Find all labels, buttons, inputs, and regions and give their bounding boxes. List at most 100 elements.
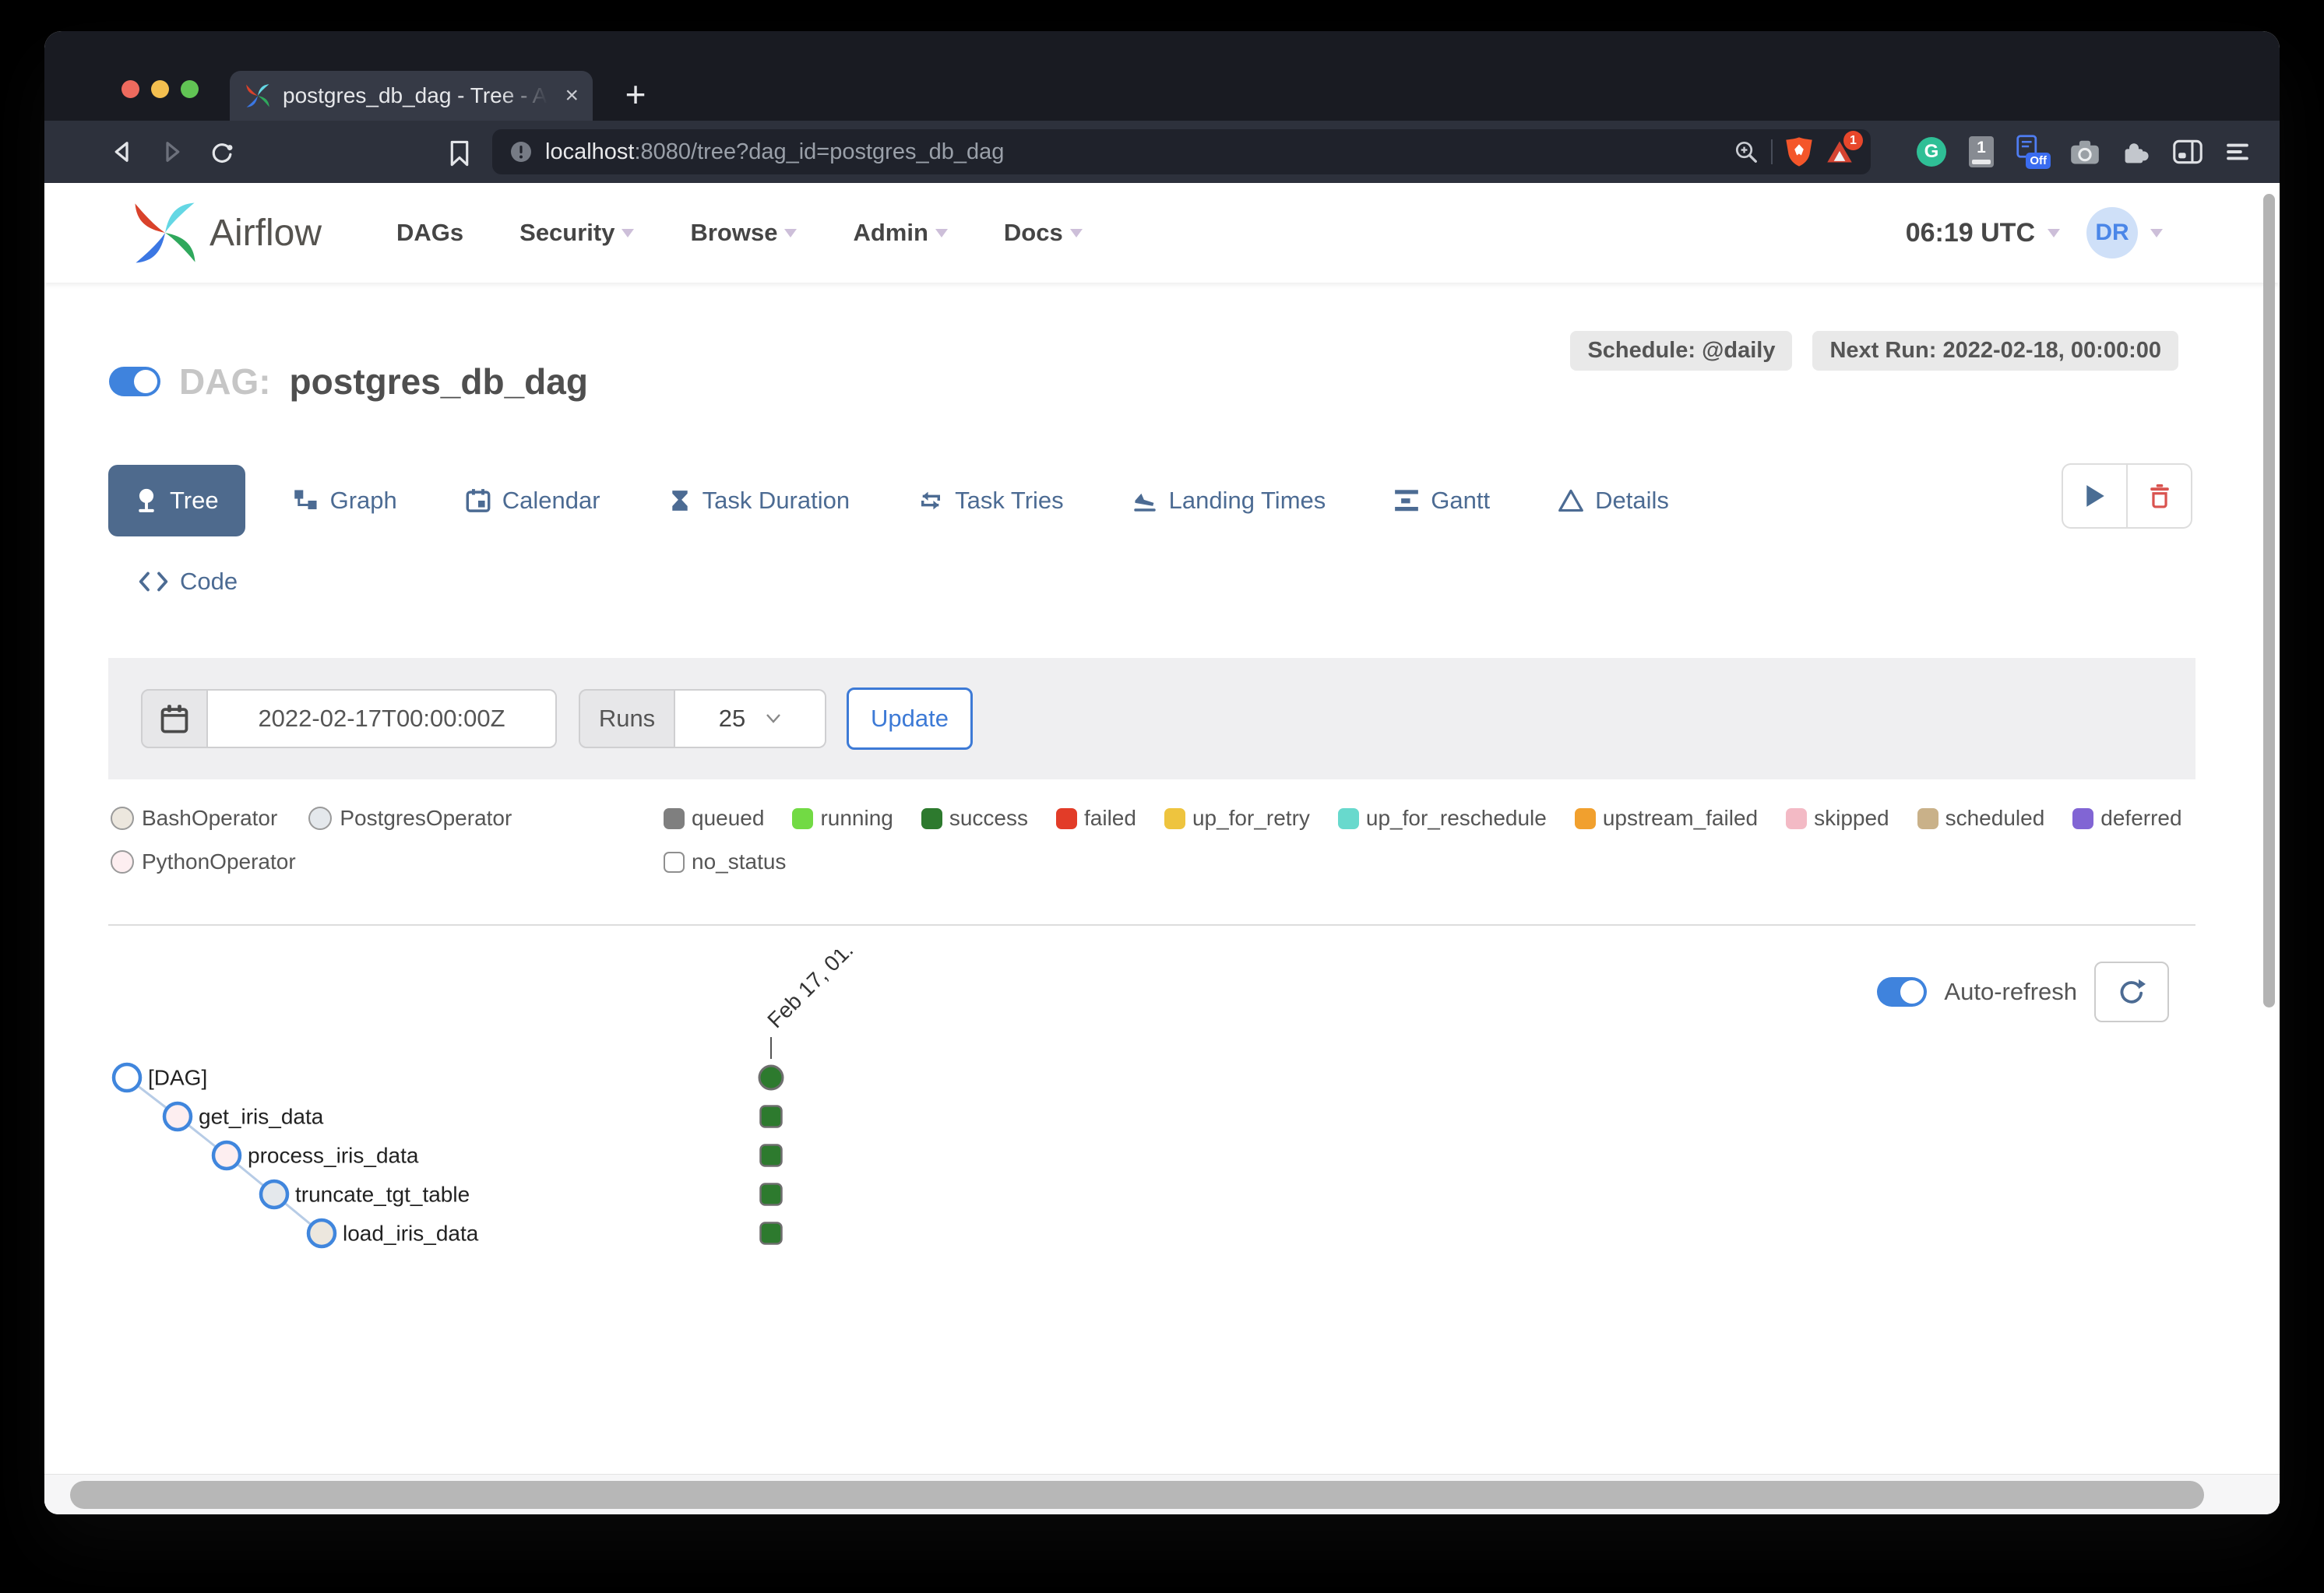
tab-close-icon[interactable]: ×: [565, 84, 579, 107]
chevron-down-icon: [621, 229, 634, 244]
menu-item-docs[interactable]: Docs: [1004, 219, 1083, 247]
tab-title: postgres_db_dag - Tree - Airflo: [283, 83, 548, 108]
chevron-down-icon: [1070, 229, 1083, 244]
legend-up-for-reschedule: up_for_reschedule: [1338, 806, 1547, 831]
tab-graph[interactable]: Graph: [294, 487, 397, 515]
task-instance-square[interactable]: [761, 1145, 782, 1166]
tree-node-get-iris-data[interactable]: [164, 1103, 191, 1130]
operator-swatch: [308, 807, 332, 830]
run-column-header[interactable]: Feb 17, 01:00: [762, 950, 875, 1032]
repeat-icon: [918, 488, 943, 513]
refresh-button[interactable]: [2094, 962, 2169, 1022]
zoom-page-icon[interactable]: [1734, 139, 1759, 164]
trash-icon: [2148, 483, 2171, 509]
delete-dag-button[interactable]: [2127, 463, 2192, 529]
translate-off-extension-icon[interactable]: Off: [2016, 135, 2048, 169]
url-bar[interactable]: localhost:8080/tree?dag_id=postgres_db_d…: [492, 129, 1871, 174]
new-tab-button[interactable]: +: [618, 78, 653, 114]
task-instance-square[interactable]: [761, 1184, 782, 1205]
reload-icon[interactable]: [210, 140, 234, 165]
update-button[interactable]: Update: [847, 687, 973, 750]
runs-select[interactable]: 25: [675, 689, 826, 748]
bookmark-icon[interactable]: [448, 140, 471, 167]
legend-bashoperator: BashOperator: [111, 806, 277, 831]
traffic-lights: [121, 80, 199, 98]
tree-node-label: get_iris_data: [199, 1105, 324, 1129]
calendar-addon[interactable]: [141, 689, 208, 748]
vertical-scrollbar[interactable]: [2263, 194, 2275, 1007]
horizontal-scrollbar[interactable]: [70, 1481, 2204, 1509]
tab-landing-times[interactable]: Landing Times: [1132, 487, 1326, 515]
legend-running: running: [792, 806, 893, 831]
trigger-dag-button[interactable]: [2062, 463, 2127, 529]
puzzle-extensions-icon[interactable]: [2122, 139, 2150, 165]
operator-swatch: [111, 807, 134, 830]
menu-item-admin[interactable]: Admin: [853, 219, 947, 247]
code-icon: [138, 571, 169, 593]
browser-toolbar: localhost:8080/tree?dag_id=postgres_db_d…: [44, 121, 2280, 183]
tree-node-process-iris-data[interactable]: [213, 1142, 240, 1169]
horizontal-scrollbar-track: [44, 1474, 2280, 1514]
tree-node-truncate-tgt-table[interactable]: [261, 1181, 287, 1208]
minimize-window-button[interactable]: [151, 80, 169, 98]
legend-queued: queued: [664, 806, 764, 831]
grammarly-icon[interactable]: G: [1917, 137, 1946, 167]
avatar[interactable]: DR: [2086, 207, 2138, 258]
dag-actions: [2062, 463, 2192, 529]
menu-hamburger-icon[interactable]: [2225, 140, 2250, 164]
main-menu: DAGs Security Browse Admin Docs: [396, 183, 1083, 283]
tree-node-dag[interactable]: [114, 1064, 140, 1091]
menu-item-security[interactable]: Security: [519, 219, 634, 247]
legend-success: success: [921, 806, 1028, 831]
status-swatch: [1338, 808, 1359, 829]
counter-extension-icon[interactable]: 1: [1969, 136, 1994, 167]
camera-extension-icon[interactable]: [2070, 139, 2100, 165]
section-divider: [108, 924, 2195, 926]
tab-task-tries[interactable]: Task Tries: [918, 487, 1064, 515]
task-instance-square[interactable]: [761, 1106, 782, 1127]
tab-gantt[interactable]: Gantt: [1394, 487, 1490, 515]
task-instance-square[interactable]: [761, 1223, 782, 1244]
menu-label: Browse: [690, 219, 777, 247]
status-label: deferred: [2100, 806, 2181, 831]
menu-item-browse[interactable]: Browse: [690, 219, 797, 247]
dag-pause-toggle[interactable]: [109, 367, 160, 396]
tab-code[interactable]: Code: [138, 568, 238, 596]
schedule-badge[interactable]: Schedule: @daily: [1570, 331, 1792, 371]
chevron-down-icon: [766, 713, 781, 724]
base-date-input[interactable]: [208, 689, 557, 748]
back-icon[interactable]: [111, 140, 135, 164]
zoom-window-button[interactable]: [181, 80, 199, 98]
auto-refresh-toggle[interactable]: [1877, 977, 1927, 1007]
airflow-brand[interactable]: Airflow: [210, 183, 322, 283]
status-swatch: [921, 808, 942, 829]
site-info-icon[interactable]: [509, 140, 533, 164]
tab-details[interactable]: Details: [1558, 487, 1669, 515]
status-swatch: [1056, 808, 1077, 829]
close-window-button[interactable]: [121, 80, 139, 98]
status-label: running: [820, 806, 893, 831]
play-icon: [2085, 484, 2105, 508]
wallet-sidebar-icon[interactable]: [2173, 139, 2203, 165]
menu-label: DAGs: [396, 219, 463, 247]
menu-item-dags[interactable]: DAGs: [396, 219, 463, 247]
calendar-icon: [160, 704, 188, 733]
operator-swatch: [111, 850, 134, 874]
clock-dropdown[interactable]: 06:19 UTC: [1906, 218, 2035, 248]
brave-shield-icon[interactable]: [1785, 136, 1813, 167]
bat-rewards-wrap: 1: [1826, 139, 1854, 165]
tree-node-load-iris-data[interactable]: [308, 1220, 335, 1247]
tab-tree[interactable]: Tree: [108, 465, 245, 536]
status-label: up_for_retry: [1192, 806, 1310, 831]
graph-icon: [294, 489, 319, 512]
tab-task-duration[interactable]: Task Duration: [669, 487, 850, 515]
tab-calendar[interactable]: Calendar: [466, 487, 600, 515]
status-swatch: [792, 808, 813, 829]
status-label: upstream_failed: [1603, 806, 1758, 831]
tab-label: Tree: [170, 487, 219, 515]
operator-label: BashOperator: [142, 806, 277, 831]
details-triangle-icon: [1558, 489, 1583, 512]
forward-icon[interactable]: [160, 140, 183, 164]
dag-run-status-circle[interactable]: [759, 1066, 783, 1089]
browser-tab[interactable]: postgres_db_dag - Tree - Airflo ×: [230, 71, 593, 121]
